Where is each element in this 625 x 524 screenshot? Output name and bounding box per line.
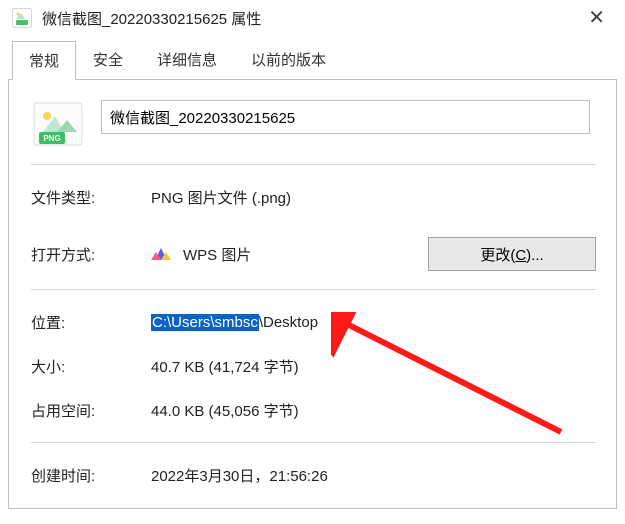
row-created: 创建时间: 2022年3月30日，21:56:26: [31, 461, 596, 489]
row-location: 位置: C:\Users\smbsc\Desktop: [31, 308, 596, 336]
change-button-prefix: 更改(: [480, 247, 515, 264]
file-header: PNG: [31, 100, 596, 146]
file-type-large-icon: PNG: [33, 102, 83, 146]
window-title: 微信截图_20220330215625 属性: [42, 8, 261, 29]
filename-input[interactable]: [101, 100, 590, 134]
change-button-suffix: )...: [526, 247, 544, 264]
png-badge-text: PNG: [43, 134, 60, 143]
location-rest-part: \Desktop: [259, 314, 318, 331]
close-button[interactable]: ✕: [578, 6, 615, 30]
value-size-on-disk: 44.0 KB (45,056 字节): [151, 400, 596, 421]
divider: [31, 442, 596, 443]
label-size-on-disk: 占用空间:: [31, 400, 151, 421]
value-size: 40.7 KB (41,724 字节): [151, 356, 596, 377]
value-created: 2022年3月30日，21:56:26: [151, 465, 596, 486]
tab-security[interactable]: 安全: [76, 40, 140, 79]
change-button-mnemonic: C: [515, 247, 526, 264]
divider: [31, 289, 596, 290]
label-created: 创建时间:: [31, 465, 151, 486]
tab-general[interactable]: 常规: [12, 41, 76, 80]
value-file-type: PNG 图片文件 (.png): [151, 187, 596, 208]
tab-details[interactable]: 详细信息: [140, 40, 234, 79]
row-size-on-disk: 占用空间: 44.0 KB (45,056 字节): [31, 396, 596, 424]
label-size: 大小:: [31, 356, 151, 377]
properties-dialog: 微信截图_20220330215625 属性 ✕ 常规 安全 详细信息 以前的版…: [0, 0, 625, 524]
location-selected-part: C:\Users\smbsc: [151, 314, 259, 331]
row-file-type: 文件类型: PNG 图片文件 (.png): [31, 183, 596, 211]
label-open-with: 打开方式:: [31, 244, 151, 265]
tabs-bar: 常规 安全 详细信息 以前的版本: [8, 40, 625, 79]
tab-panel-general: PNG 文件类型: PNG 图片文件 (.png) 打开方式:: [8, 79, 617, 509]
open-with-app-name: WPS 图片: [183, 244, 251, 265]
divider: [31, 164, 596, 165]
label-file-type: 文件类型:: [31, 187, 151, 208]
wps-app-icon: [151, 244, 171, 264]
label-location: 位置:: [31, 312, 151, 333]
row-size: 大小: 40.7 KB (41,724 字节): [31, 352, 596, 380]
value-location: C:\Users\smbsc\Desktop: [151, 314, 596, 331]
file-type-small-icon: [12, 8, 32, 28]
change-open-with-button[interactable]: 更改(C)...: [428, 237, 596, 271]
title-bar: 微信截图_20220330215625 属性 ✕: [0, 0, 625, 34]
tab-previous-versions[interactable]: 以前的版本: [234, 40, 343, 79]
row-open-with: 打开方式: WPS 图片 更改(C)...: [31, 237, 596, 271]
